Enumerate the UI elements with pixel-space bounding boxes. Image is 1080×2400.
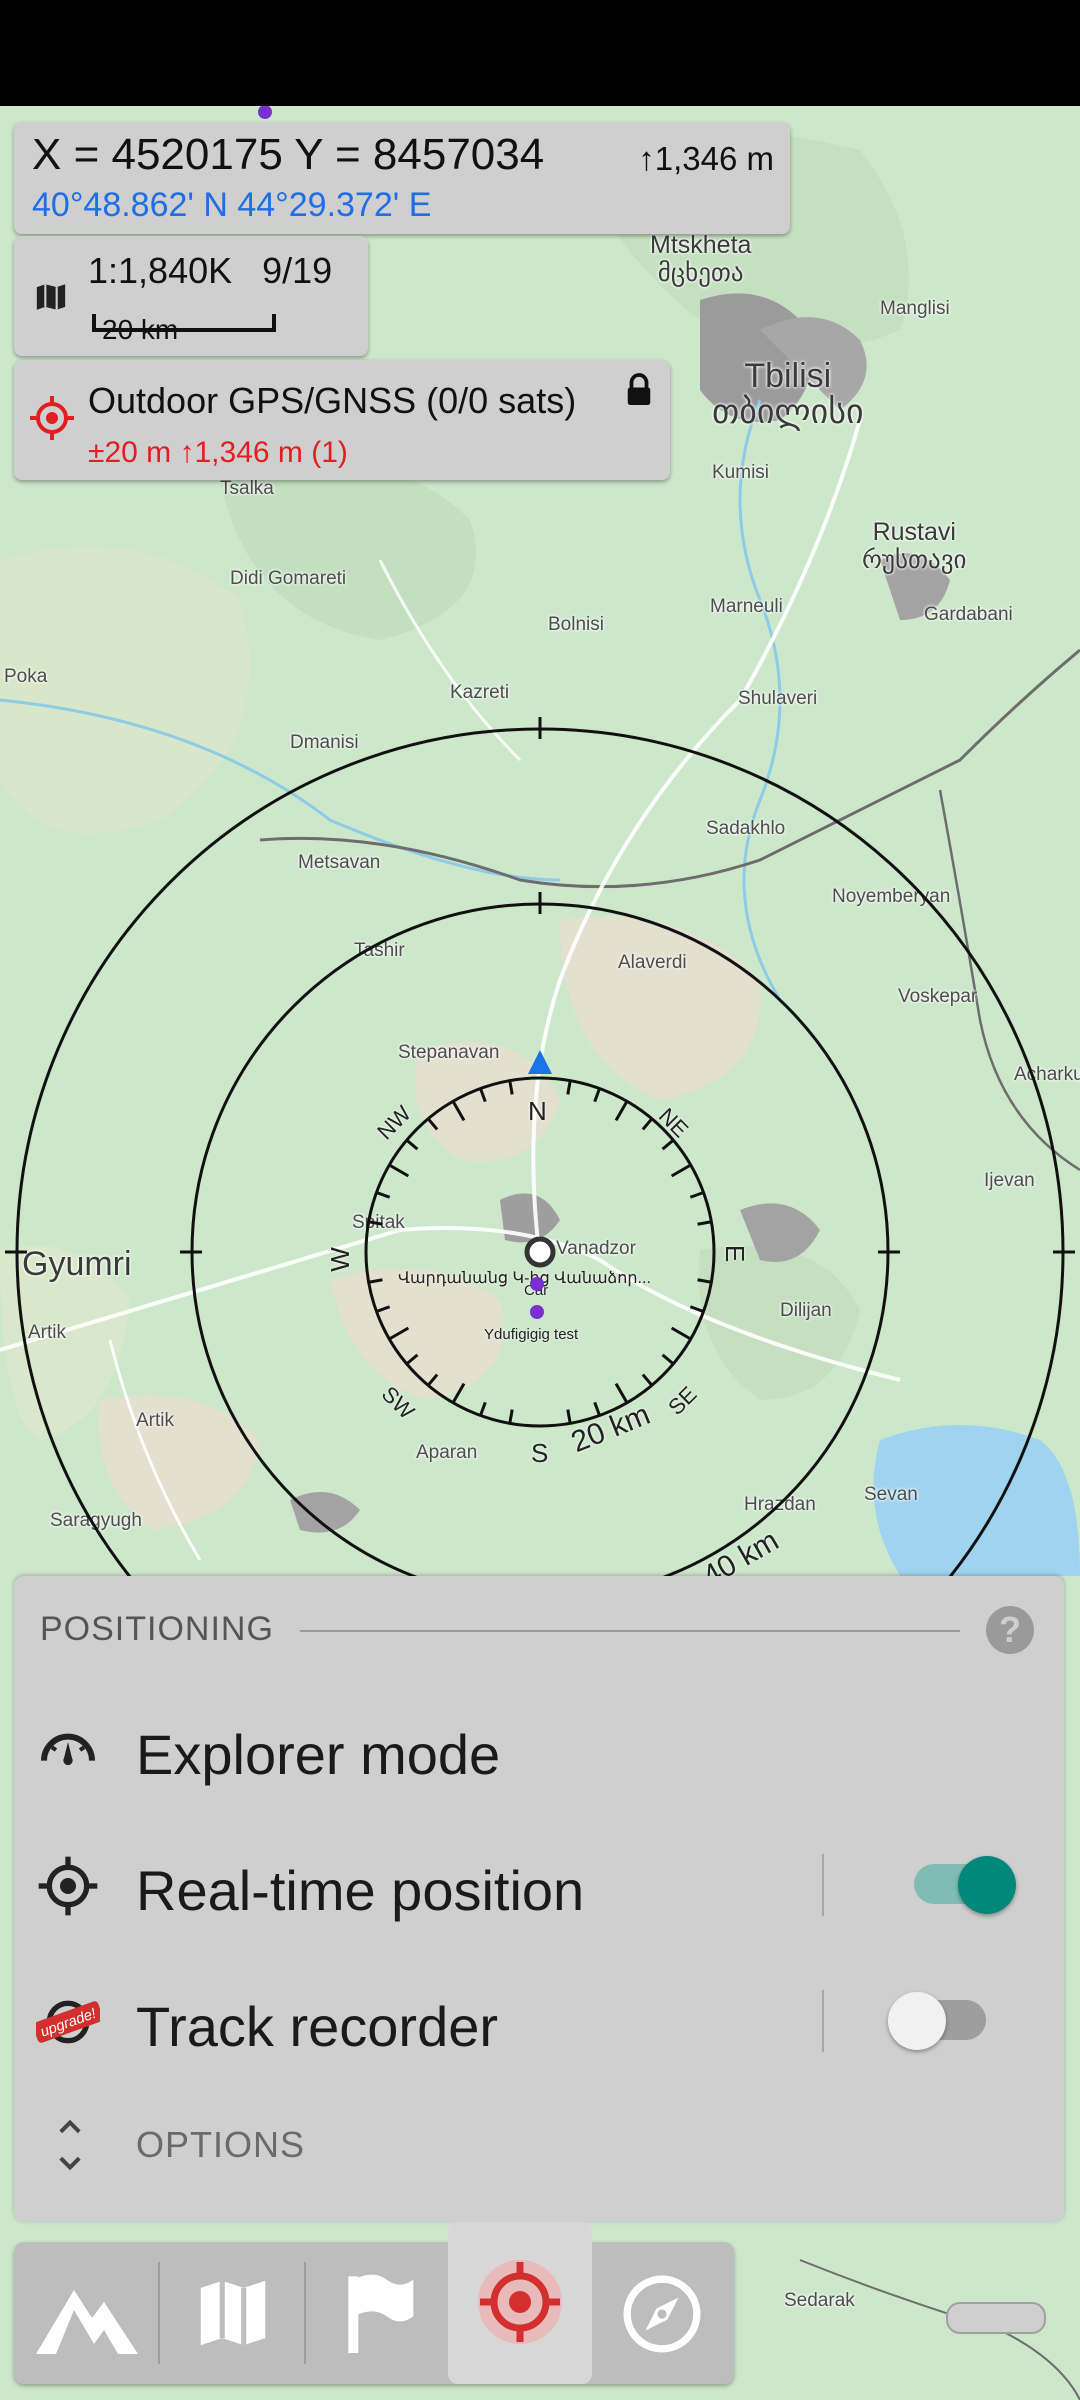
crosshair-icon — [38, 1856, 98, 1916]
compass-tick — [405, 1353, 419, 1365]
scale-readout: 1:1,840K 9/19 — [88, 250, 333, 291]
nav-compass[interactable] — [590, 2242, 734, 2384]
realtime-position-toggle[interactable] — [914, 1856, 1016, 1914]
compass-icon — [623, 2275, 701, 2353]
compass-tick — [451, 1100, 466, 1122]
scale-bar-label: 20 km — [102, 314, 179, 345]
compass-tick — [427, 1373, 439, 1387]
realtime-position-label: Real-time position — [136, 1859, 585, 1922]
compass-tick — [427, 1117, 439, 1131]
map-icon — [200, 2280, 266, 2346]
nav-map[interactable] — [160, 2242, 304, 2384]
compass-tick — [593, 1087, 601, 1103]
row-separator — [822, 1854, 824, 1916]
compass-tick — [670, 1163, 692, 1178]
compass-n: N — [528, 1096, 547, 1126]
positioning-sheet: POSITIONING ? Explorer mode Real-time po… — [14, 1576, 1064, 2222]
compass-tick — [479, 1087, 487, 1103]
lock-icon[interactable] — [624, 372, 654, 408]
realtime-position-row[interactable]: Real-time position — [14, 1824, 1064, 1944]
compass-tick — [368, 1278, 383, 1284]
latlon-coordinates: 40°48.862' N 44°29.372' E — [32, 186, 432, 224]
compass-s: S — [531, 1438, 549, 1468]
compass-e: E — [720, 1244, 751, 1263]
compass-tick — [405, 1139, 419, 1151]
section-title: POSITIONING — [40, 1610, 274, 1648]
altitude-readout: ↑1,346 m — [638, 140, 774, 177]
compass-w: W — [324, 1247, 355, 1272]
compass-tick — [641, 1373, 653, 1387]
label-sedarak: Sedarak — [784, 2290, 855, 2311]
explorer-mode-label: Explorer mode — [136, 1723, 501, 1786]
compass-tick — [689, 1305, 705, 1313]
compass-tick — [368, 1220, 383, 1226]
compass-tick — [670, 1326, 692, 1341]
compass-tick — [479, 1401, 487, 1417]
xy-coordinates: X = 4520175 Y = 8457034 — [32, 130, 545, 179]
compass-tick — [661, 1139, 675, 1151]
compass-tick — [451, 1382, 466, 1404]
compass-tick — [375, 1305, 391, 1313]
compass-tick — [614, 1382, 629, 1404]
record-icon: upgrade! — [36, 2000, 100, 2044]
toggle-knob — [958, 1856, 1016, 1914]
expand-collapse-icon[interactable] — [54, 2116, 86, 2174]
compass-tick — [689, 1191, 705, 1199]
section-divider — [300, 1630, 960, 1632]
explorer-mode-row[interactable]: Explorer mode — [14, 1688, 1064, 1808]
scale-panel[interactable]: 1:1,840K 9/19 20 km — [14, 236, 368, 356]
track-recorder-toggle[interactable] — [888, 1992, 986, 2050]
map-small-icon — [36, 284, 66, 310]
nav-flag[interactable] — [306, 2242, 450, 2384]
compass-tick — [697, 1220, 712, 1226]
compass-tick — [661, 1353, 675, 1365]
target-icon — [478, 2260, 562, 2344]
toggle-knob — [888, 1992, 946, 2050]
bottom-navigation — [14, 2222, 734, 2384]
compass-tick — [566, 1080, 572, 1095]
flag-icon — [348, 2274, 414, 2353]
compass-tick — [697, 1278, 712, 1284]
compass-tick — [593, 1401, 601, 1417]
options-button[interactable]: OPTIONS — [136, 2124, 305, 2166]
gps-panel[interactable]: Outdoor GPS/GNSS (0/0 sats) ±20 m ↑1,346… — [14, 360, 670, 480]
track-recorder-row[interactable]: upgrade! Track recorder — [14, 1960, 1064, 2080]
mountain-icon — [36, 2290, 138, 2354]
status-bar — [0, 0, 1080, 106]
row-separator — [822, 1990, 824, 2052]
coordinates-panel[interactable]: X = 4520175 Y = 8457034 ↑1,346 m 40°48.8… — [14, 122, 790, 234]
compass-tick — [508, 1409, 514, 1424]
gps-target-icon — [30, 396, 74, 440]
compass-tick — [614, 1100, 629, 1122]
drag-handle[interactable] — [946, 2302, 1046, 2334]
compass-tick — [375, 1191, 391, 1199]
help-button[interactable]: ? — [986, 1606, 1034, 1654]
compass-tick — [388, 1163, 410, 1178]
nav-position[interactable] — [448, 2222, 592, 2384]
speedometer-icon — [41, 1733, 95, 1766]
compass-tick — [508, 1080, 514, 1095]
compass-tick — [566, 1409, 572, 1424]
track-recorder-label: Track recorder — [136, 1995, 499, 2058]
nav-mountain[interactable] — [14, 2242, 158, 2384]
gps-source-label: Outdoor GPS/GNSS (0/0 sats) — [88, 380, 577, 421]
compass-tick — [641, 1117, 653, 1131]
compass-tick — [388, 1326, 410, 1341]
gps-accuracy: ±20 m ↑1,346 m (1) — [88, 436, 348, 469]
